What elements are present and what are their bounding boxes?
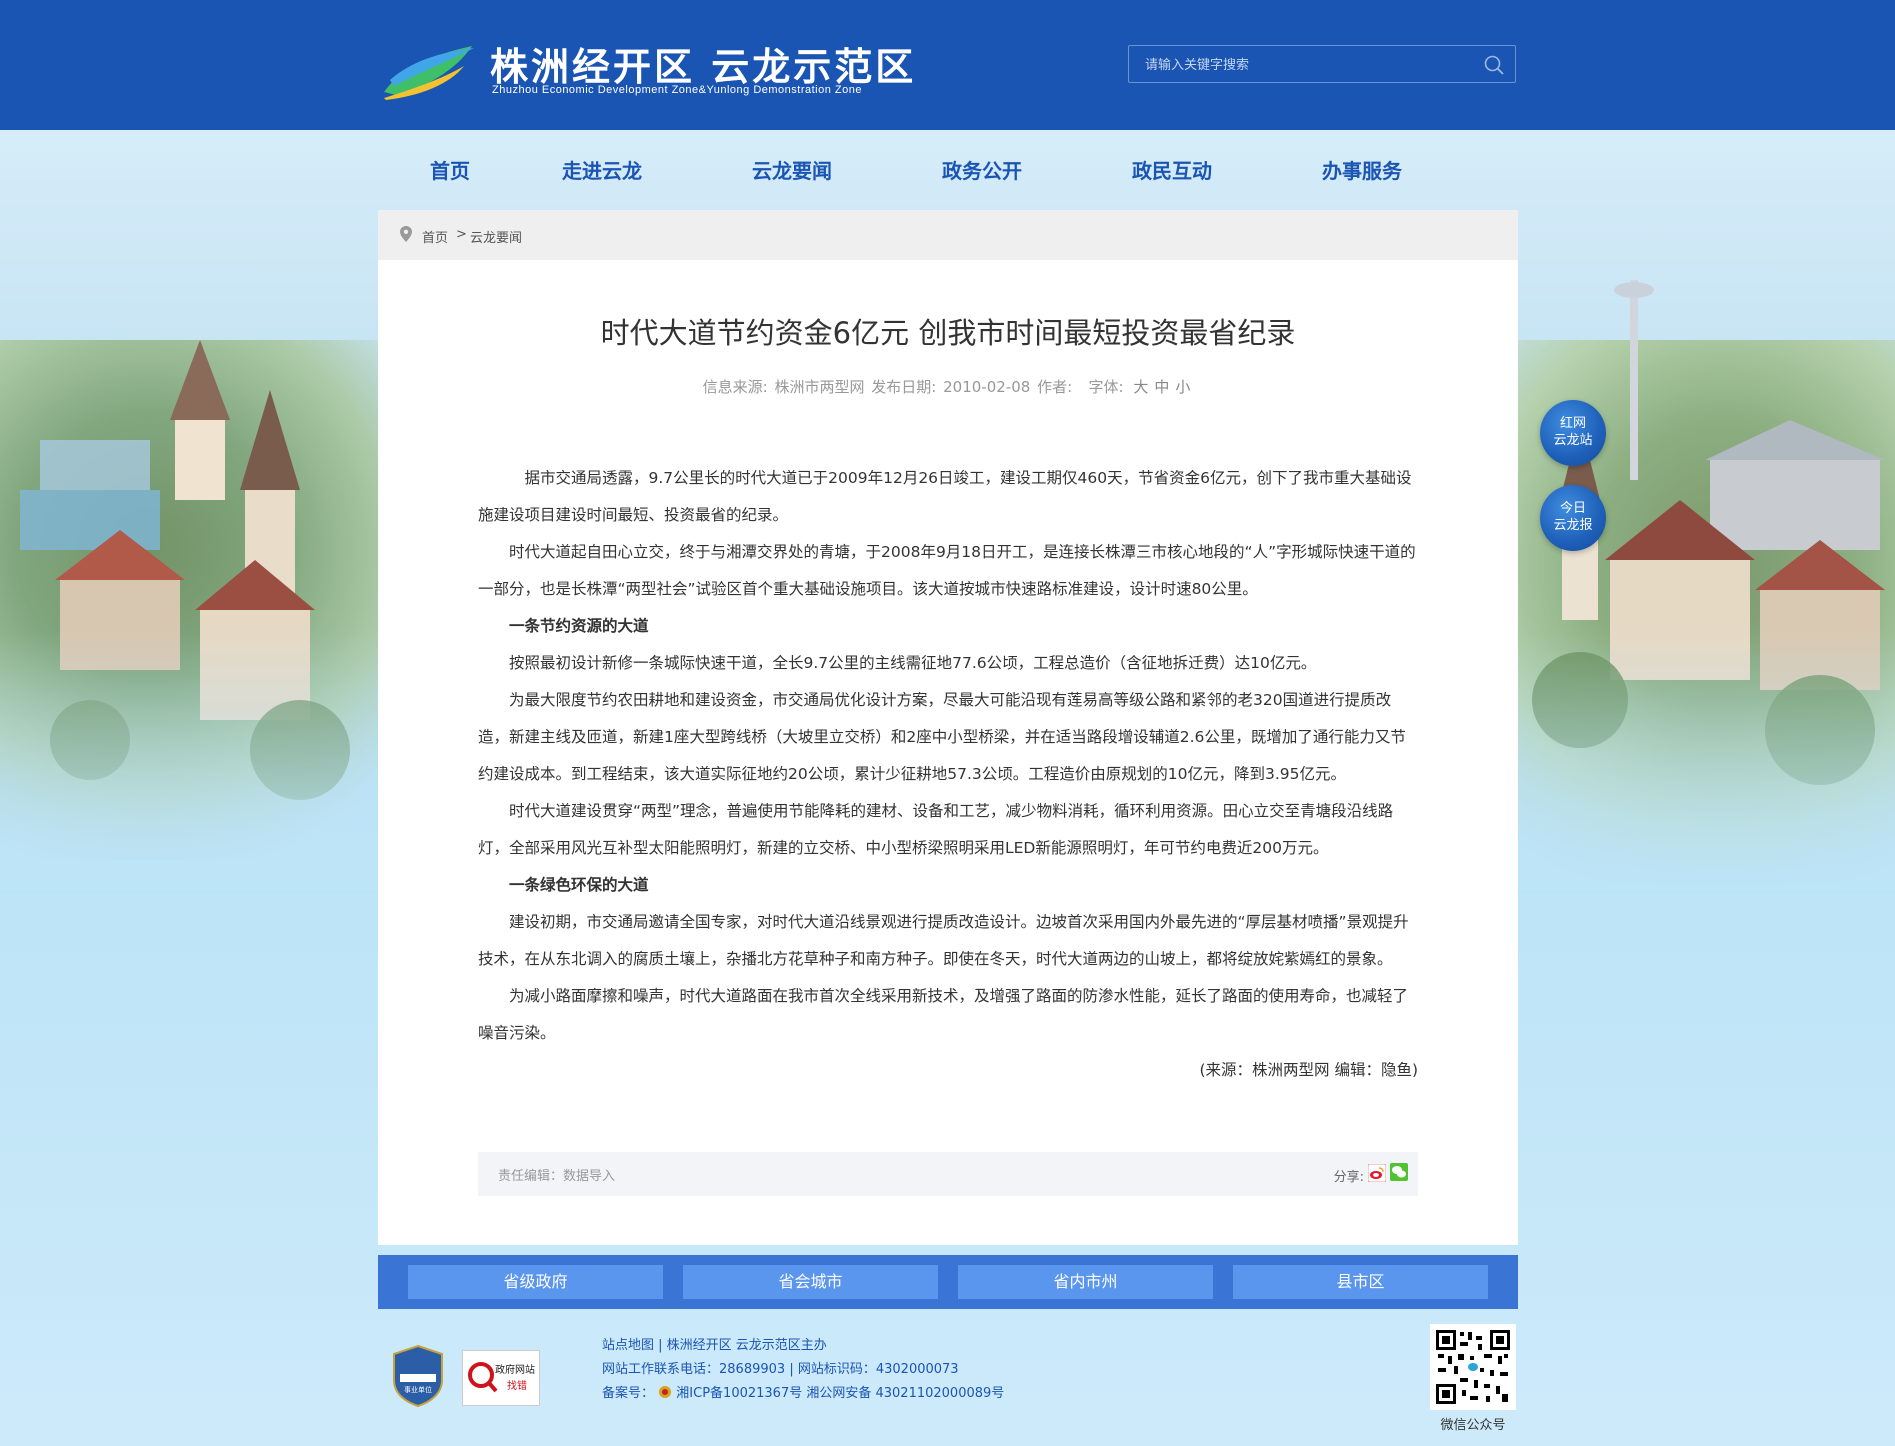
nav-item-about[interactable]: 走进云龙 (522, 148, 682, 194)
article-subheading: 一条节约资源的大道 (509, 617, 649, 635)
side-button-line2: 云龙站 (1553, 433, 1593, 448)
article-card: 首页 > 云龙要闻 时代大道节约资金6亿元 创我市时间最短投资最省纪录 信息来源… (378, 210, 1518, 1245)
rednet-yunlong-button[interactable]: 红网 云龙站 (1540, 400, 1606, 466)
sitemap-link[interactable]: 站点地图 (602, 1338, 654, 1353)
font-size-large[interactable]: 大 (1133, 378, 1148, 396)
icp-label: 备案号： (602, 1386, 655, 1401)
police-record-link[interactable]: 湘公网安备 43021102000089号 (806, 1386, 1004, 1401)
qr-caption: 微信公众号 (1440, 1418, 1506, 1433)
nav-item-interaction[interactable]: 政民互动 (1092, 148, 1252, 194)
related-links-bar: 省级政府 省会城市 省内市州 县市区 (378, 1255, 1518, 1309)
side-button-line1: 红网 (1559, 416, 1586, 431)
search-icon[interactable] (1483, 54, 1505, 76)
footer-info: 站点地图 | 株洲经开区 云龙示范区主办 网站工作联系电话：28689903 |… (602, 1338, 1005, 1401)
link-provincial-gov[interactable]: 省级政府 (408, 1265, 663, 1299)
badge2-line1: 政府网站 (495, 1363, 535, 1376)
badge2-line2: 找错 (507, 1379, 527, 1392)
police-emblem-icon (659, 1386, 672, 1398)
meta-author-label: 作者: (1037, 378, 1073, 396)
breadcrumb-current[interactable]: 云龙要闻 (470, 227, 522, 246)
article-paragraph: 建设初期，市交通局邀请全国专家，对时代大道沿线景观进行提质改造设计。边坡首次采用… (478, 913, 1409, 968)
nav-item-gov-affairs[interactable]: 政务公开 (902, 148, 1062, 194)
meta-source-label: 信息来源: (702, 378, 768, 396)
font-size-medium[interactable]: 中 (1154, 378, 1169, 396)
article-meta: 信息来源: 株洲市两型网 发布日期: 2010-02-08 作者: 字体: 大中… (378, 376, 1518, 397)
meta-font-label: 字体: (1088, 378, 1124, 396)
site-header: 株洲经开区 云龙示范区 Zhuzhou Economic Development… (0, 0, 1895, 130)
nav-item-home[interactable]: 首页 (370, 148, 530, 194)
site-subtitle: Zhuzhou Economic Development Zone&Yunlon… (492, 84, 862, 96)
badge1-label: 事业单位 (404, 1385, 432, 1394)
site-logo-icon[interactable] (380, 40, 476, 100)
location-pin-icon (400, 226, 412, 242)
link-prefecture-cities[interactable]: 省内市州 (958, 1265, 1213, 1299)
meta-date-label: 发布日期: (871, 378, 937, 396)
responsible-editor: 责任编辑：数据导入 (498, 1169, 616, 1184)
breadcrumb: 首页 > 云龙要闻 (378, 210, 1518, 260)
article-paragraph: 按照最初设计新修一条城际快速干道，全长9.7公里的主线需征地77.6公顷，工程总… (509, 654, 1317, 672)
side-button-line1: 今日 (1559, 501, 1586, 516)
phone-label: 网站工作联系电话： (602, 1362, 720, 1377)
wechat-qr-code-icon (1430, 1324, 1516, 1410)
meta-source: 株洲市两型网 (774, 378, 865, 396)
site-title[interactable]: 株洲经开区 云龙示范区 (490, 36, 916, 91)
share-label: 分享: (1333, 1170, 1364, 1185)
article-paragraph: 时代大道起自田心立交，终于与湘潭交界处的青塘，于2008年9月18日开工，是连接… (478, 543, 1416, 598)
breadcrumb-home[interactable]: 首页 (422, 227, 448, 246)
meta-date: 2010-02-08 (943, 378, 1031, 396)
site-id-label: 网站标识码： (797, 1362, 876, 1377)
public-institution-badge-icon[interactable]: 事业单位 (392, 1344, 444, 1408)
link-counties[interactable]: 县市区 (1233, 1265, 1488, 1299)
article-paragraph: 时代大道建设贯穿“两型”理念，普遍使用节能降耗的建材、设备和工艺，减少物料消耗，… (478, 802, 1394, 857)
article-paragraph: 为减小路面摩擦和噪声，时代大道路面在我市首次全线采用新技术，及增强了路面的防渗水… (478, 987, 1409, 1042)
breadcrumb-separator: > (456, 227, 467, 242)
icp-link[interactable]: 湘ICP备10021367号 (676, 1386, 802, 1401)
search-input[interactable] (1143, 54, 1467, 76)
main-nav: 首页 走进云龙 云龙要闻 政务公开 政民互动 办事服务 (378, 148, 1518, 194)
host-text: 株洲经开区 云龙示范区主办 (666, 1338, 827, 1353)
side-button-line2: 云龙报 (1553, 518, 1593, 533)
gov-site-error-report-badge[interactable]: 政府网站 找错 (462, 1350, 540, 1406)
article-body: 据市交通局透露，9.7公里长的时代大道已于2009年12月26日竣工，建设工期仅… (478, 460, 1418, 1089)
link-capital-cities[interactable]: 省会城市 (683, 1265, 938, 1299)
share-bar: 责任编辑：数据导入 分享: (478, 1152, 1418, 1196)
magnifier-icon: 政府网站 找错 (468, 1362, 535, 1393)
today-yunlong-paper-button[interactable]: 今日 云龙报 (1540, 485, 1606, 551)
nav-item-news[interactable]: 云龙要闻 (712, 148, 872, 194)
article-paragraph: 为最大限度节约农田耕地和建设资金，市交通局优化设计方案，尽最大可能沿现有莲易高等… (478, 691, 1406, 783)
article-paragraph: 据市交通局透露，9.7公里长的时代大道已于2009年12月26日竣工，建设工期仅… (478, 469, 1412, 524)
wechat-share-icon[interactable] (1390, 1163, 1408, 1181)
phone-number: 28689903 (719, 1362, 786, 1377)
site-id: 4302000073 (875, 1362, 959, 1377)
article-subheading: 一条绿色环保的大道 (509, 876, 649, 894)
weibo-share-icon[interactable] (1368, 1164, 1386, 1182)
nav-item-services[interactable]: 办事服务 (1282, 148, 1442, 194)
font-size-small[interactable]: 小 (1175, 378, 1190, 396)
article-title: 时代大道节约资金6亿元 创我市时间最短投资最省纪录 (600, 316, 1296, 350)
site-footer: 事业单位 政府网站 找错 站点地图 | 株洲经开区 云龙示范区主办 网站工作联系… (378, 1320, 1518, 1440)
article-source-line: (来源：株洲两型网 编辑：隐鱼) (1199, 1061, 1418, 1079)
search-box (1128, 45, 1516, 83)
